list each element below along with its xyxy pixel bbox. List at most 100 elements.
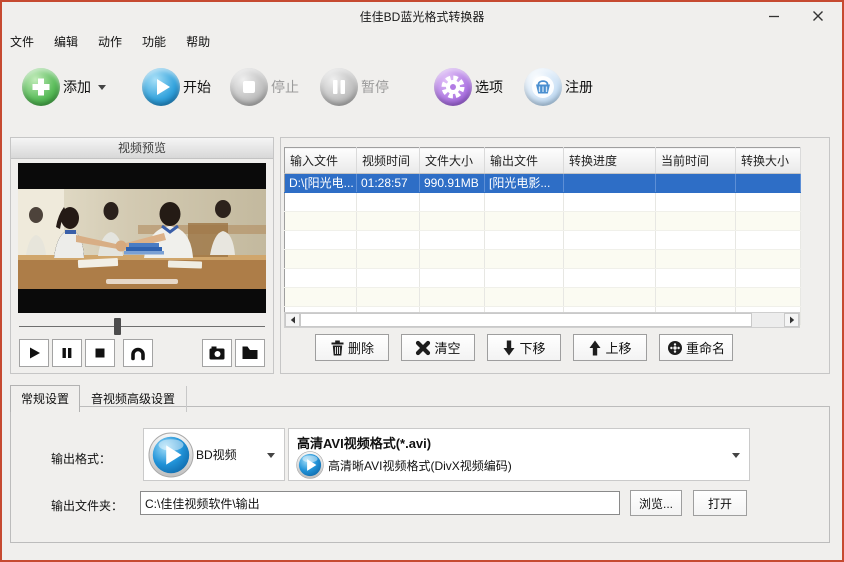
output-folder-label: 输出文件夹： bbox=[51, 499, 124, 513]
close-icon bbox=[813, 11, 823, 21]
table-cell bbox=[655, 192, 736, 212]
menu-help[interactable]: 帮助 bbox=[181, 30, 215, 53]
minimize-button[interactable] bbox=[752, 2, 796, 30]
add-icon bbox=[22, 68, 60, 106]
start-icon bbox=[142, 68, 180, 106]
table-cell bbox=[356, 287, 420, 307]
table-cell bbox=[655, 268, 736, 288]
browse-button[interactable]: 浏览... bbox=[630, 490, 682, 516]
preview-stop-button[interactable] bbox=[85, 339, 115, 367]
table-header-row: 输入文件 视频时间 文件大小 输出文件 转换进度 当前时间 转换大小 bbox=[284, 147, 801, 174]
stop-button[interactable]: 停止 bbox=[230, 68, 299, 106]
preview-audio-button[interactable] bbox=[123, 339, 153, 367]
clear-button[interactable]: 清空 bbox=[401, 334, 475, 361]
register-button[interactable]: 注册 bbox=[524, 68, 593, 106]
scroll-right-arrow[interactable] bbox=[784, 313, 799, 327]
table-cell bbox=[419, 230, 485, 250]
table-cell bbox=[356, 230, 420, 250]
col-output-file[interactable]: 输出文件 bbox=[484, 147, 564, 174]
table-cell bbox=[655, 249, 736, 269]
table-cell bbox=[419, 287, 485, 307]
video-thumbnail bbox=[18, 163, 266, 313]
table-cell bbox=[484, 287, 564, 307]
menu-edit[interactable]: 编辑 bbox=[49, 30, 83, 53]
table-cell bbox=[655, 230, 736, 250]
move-down-button[interactable]: 下移 bbox=[487, 334, 561, 361]
start-button[interactable]: 开始 bbox=[142, 68, 211, 106]
delete-button[interactable]: 删除 bbox=[315, 334, 389, 361]
stop-icon bbox=[230, 68, 268, 106]
table-row-empty[interactable] bbox=[284, 249, 801, 269]
format-primary-value: BD视频 bbox=[196, 448, 237, 462]
table-cell bbox=[655, 287, 736, 307]
options-icon bbox=[434, 68, 472, 106]
output-format-dropdown[interactable]: BD视频 bbox=[143, 428, 285, 481]
menu-action[interactable]: 动作 bbox=[93, 30, 127, 53]
cell-input-file: D:\[阳光电... bbox=[284, 173, 357, 193]
table-cell bbox=[484, 211, 564, 231]
table-cell bbox=[356, 211, 420, 231]
table-cell bbox=[735, 211, 801, 231]
tab-av-advanced-settings[interactable]: 音视频高级设置 bbox=[80, 386, 188, 412]
format-secondary-value: 高清晰AVI视频格式(DivX视频编码) bbox=[328, 458, 512, 473]
close-button[interactable] bbox=[796, 2, 840, 30]
menu-file[interactable]: 文件 bbox=[5, 30, 39, 53]
open-folder-button[interactable] bbox=[235, 339, 265, 367]
pause-button[interactable]: 暂停 bbox=[320, 68, 389, 106]
seek-thumb[interactable] bbox=[114, 318, 121, 335]
table-row-empty[interactable] bbox=[284, 268, 801, 288]
menubar: 文件 编辑 动作 功能 帮助 bbox=[2, 30, 842, 52]
pause-icon bbox=[62, 348, 72, 358]
output-profile-dropdown[interactable]: 高清AVI视频格式(*.avi) 高清晰AVI视频格式(DivX视频编码) bbox=[288, 428, 750, 481]
chevron-down-icon bbox=[267, 453, 275, 458]
seek-slider[interactable] bbox=[19, 318, 265, 336]
preview-play-button[interactable] bbox=[19, 339, 49, 367]
cell-video-time: 01:28:57 bbox=[356, 173, 420, 193]
col-video-time[interactable]: 视频时间 bbox=[356, 147, 420, 174]
table-row-selected[interactable]: D:\[阳光电... 01:28:57 990.91MB [阳光电影... bbox=[284, 173, 801, 193]
options-button[interactable]: 选项 bbox=[434, 68, 503, 106]
scroll-left-arrow[interactable] bbox=[285, 313, 300, 327]
minimize-icon bbox=[769, 15, 779, 18]
col-progress[interactable]: 转换进度 bbox=[563, 147, 656, 174]
preview-pause-button[interactable] bbox=[52, 339, 82, 367]
add-button[interactable]: 添加 bbox=[22, 68, 106, 106]
table-row-empty[interactable] bbox=[284, 230, 801, 250]
register-icon bbox=[524, 68, 562, 106]
table-row-empty[interactable] bbox=[284, 192, 801, 212]
table-cell bbox=[284, 230, 357, 250]
rename-icon bbox=[667, 340, 682, 355]
clear-x-icon bbox=[416, 340, 431, 355]
table-cell bbox=[484, 268, 564, 288]
table-cell bbox=[735, 249, 801, 269]
move-up-button[interactable]: 上移 bbox=[573, 334, 647, 361]
snapshot-button[interactable] bbox=[202, 339, 232, 367]
table-row-empty[interactable] bbox=[284, 211, 801, 231]
format-secondary-title: 高清AVI视频格式(*.avi) bbox=[297, 436, 432, 451]
table-cell bbox=[735, 192, 801, 212]
file-table: 输入文件 视频时间 文件大小 输出文件 转换进度 当前时间 转换大小 D:\[阳… bbox=[284, 147, 801, 326]
col-current-time[interactable]: 当前时间 bbox=[655, 147, 736, 174]
table-cell bbox=[419, 249, 485, 269]
scrollbar-thumb[interactable] bbox=[300, 313, 752, 327]
table-cell bbox=[419, 268, 485, 288]
cell-file-size: 990.91MB bbox=[419, 173, 485, 193]
menu-function[interactable]: 功能 bbox=[137, 30, 171, 53]
table-cell bbox=[484, 192, 564, 212]
col-input-file[interactable]: 输入文件 bbox=[284, 147, 357, 174]
col-file-size[interactable]: 文件大小 bbox=[419, 147, 485, 174]
table-cell bbox=[563, 230, 656, 250]
headphones-icon bbox=[131, 347, 145, 361]
output-folder-input[interactable] bbox=[140, 491, 620, 515]
tab-general-settings[interactable]: 常规设置 bbox=[10, 385, 81, 412]
open-button[interactable]: 打开 bbox=[693, 490, 747, 516]
seek-track bbox=[19, 326, 265, 327]
table-row-empty[interactable] bbox=[284, 287, 801, 307]
app-window: 佳佳BD蓝光格式转换器 文件 编辑 动作 功能 帮助 添加 开始 停止 暂停 选… bbox=[0, 0, 844, 562]
folder-icon bbox=[242, 346, 258, 359]
video-preview-panel: 视频预览 bbox=[10, 137, 274, 374]
rename-button[interactable]: 重命名 bbox=[659, 334, 733, 361]
list-action-buttons: 删除 清空 下移 上移 重命名 bbox=[284, 334, 800, 361]
horizontal-scrollbar[interactable] bbox=[284, 312, 800, 328]
col-converted-size[interactable]: 转换大小 bbox=[735, 147, 801, 174]
